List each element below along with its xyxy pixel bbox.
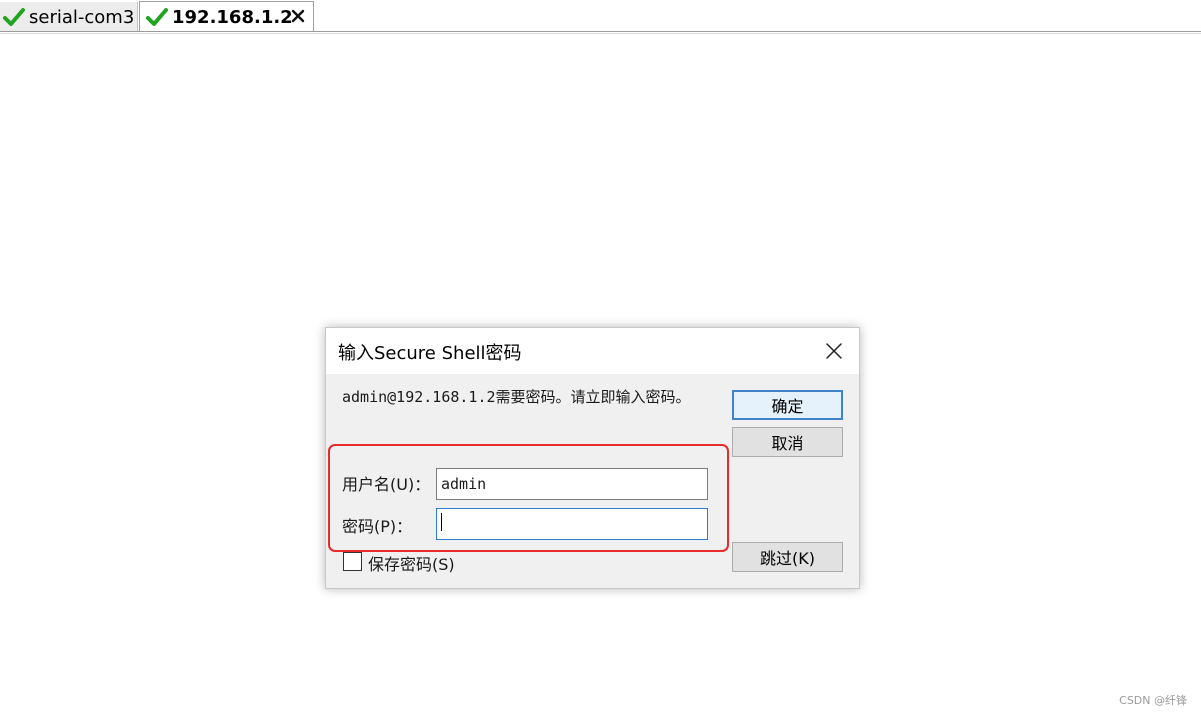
- tab-192-168-1-2[interactable]: 192.168.1.2: [139, 1, 314, 32]
- dialog-title: 输入Secure Shell密码: [338, 343, 522, 364]
- password-input[interactable]: [436, 508, 708, 540]
- ok-button[interactable]: 确定: [732, 390, 843, 420]
- skip-button[interactable]: 跳过(K): [732, 542, 843, 572]
- username-input[interactable]: [436, 468, 708, 500]
- tab-bar: serial-com3 192.168.1.2: [0, 0, 1201, 34]
- dialog-message: admin@192.168.1.2需要密码。请立即输入密码。: [342, 388, 691, 406]
- username-label: 用户名(U)：: [342, 475, 431, 494]
- password-dialog: 输入Secure Shell密码 admin@192.168.1.2需要密码。请…: [325, 327, 860, 589]
- save-password-label[interactable]: 保存密码(S): [368, 551, 455, 575]
- tab-label: 192.168.1.2: [172, 6, 293, 28]
- save-password-checkbox[interactable]: [343, 552, 362, 571]
- dialog-titlebar: 输入Secure Shell密码: [326, 328, 859, 374]
- watermark: CSDN @纤锋: [1119, 694, 1187, 707]
- close-icon[interactable]: [824, 341, 844, 361]
- tab-bar-divider-shadow: [0, 33, 1201, 34]
- check-icon: [146, 8, 168, 26]
- tab-serial-com3[interactable]: serial-com3: [0, 2, 138, 32]
- cancel-button[interactable]: 取消: [732, 427, 843, 457]
- password-label: 密码(P)：: [342, 517, 413, 536]
- tab-bar-divider: [0, 31, 1201, 32]
- check-icon: [3, 8, 25, 26]
- tab-label: serial-com3: [29, 6, 135, 28]
- close-icon[interactable]: [291, 9, 305, 23]
- text-caret: [441, 513, 442, 531]
